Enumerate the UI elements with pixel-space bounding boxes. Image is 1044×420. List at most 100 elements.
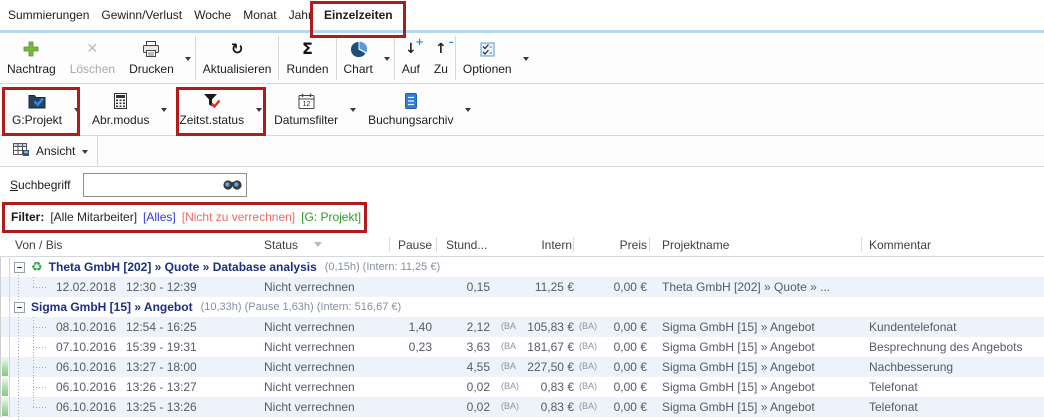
- ansicht-button[interactable]: Ansicht: [0, 136, 97, 166]
- header-stunden[interactable]: Stund...: [437, 233, 524, 256]
- chart-dropdown[interactable]: [380, 33, 394, 83]
- filter-status[interactable]: [Nicht zu verrechnen]: [182, 210, 295, 224]
- row-gutter: [0, 297, 10, 317]
- optionen-dropdown[interactable]: [519, 33, 533, 83]
- search-label: Suchbegriff: [10, 178, 71, 192]
- chart-label: Chart: [344, 62, 373, 76]
- cell-time: 13:27 - 18:00: [126, 360, 264, 374]
- abrmodus-dropdown[interactable]: [157, 84, 171, 135]
- table-row[interactable]: 07.10.2016 15:39 - 19:31 Nicht verrechne…: [0, 337, 1044, 357]
- drucken-button[interactable]: Drucken: [122, 33, 181, 83]
- header-projektname[interactable]: Projektname: [650, 233, 862, 256]
- cell-date: 06.10.2016: [56, 380, 126, 394]
- cell-projekt: Theta GmbH [202] » Quote » ...: [650, 280, 862, 294]
- header-status[interactable]: Status: [264, 233, 390, 256]
- cell-projekt: Sigma GmbH [15] » Angebot: [650, 320, 862, 334]
- nachtrag-button[interactable]: Nachtrag: [0, 33, 63, 83]
- cell-stund-ba: (BA: [492, 341, 524, 351]
- tab-einzelzeiten[interactable]: Einzelzeiten: [324, 8, 393, 22]
- chart-button[interactable]: Chart: [337, 33, 380, 83]
- cell-stund-ba: (BA): [492, 401, 524, 411]
- filter-alles[interactable]: [Alles]: [143, 210, 176, 224]
- cell-intern: 11,25 €: [524, 280, 574, 294]
- tab-jahr[interactable]: Jahr: [289, 8, 312, 22]
- expand-minus-icon[interactable]: [14, 302, 25, 313]
- tab-gewinn-verlust[interactable]: Gewinn/Verlust: [101, 8, 182, 22]
- zeitststatus-button[interactable]: Zeitst.status: [171, 84, 252, 135]
- search-box: [83, 173, 247, 197]
- abrmodus-button[interactable]: Abr.modus: [84, 84, 157, 135]
- pie-chart-icon: [350, 40, 367, 59]
- toolbar-separator: [97, 136, 98, 166]
- nachtrag-label: Nachtrag: [7, 62, 56, 76]
- cell-date: 06.10.2016: [56, 400, 126, 414]
- table-header: Von / Bis Status Pause Stund... Intern P…: [0, 233, 1044, 257]
- header-kommentar[interactable]: Kommentar: [862, 233, 1044, 256]
- caret-down-icon: [256, 108, 262, 115]
- header-intern[interactable]: Intern: [524, 233, 574, 256]
- loeschen-label: Löschen: [70, 62, 115, 76]
- search-bar: Suchbegriff: [0, 167, 1044, 202]
- expand-minus-icon[interactable]: [14, 262, 25, 273]
- cell-preis: 0,00 €: [602, 380, 650, 394]
- cell-status: Nicht verrechnen: [264, 380, 390, 394]
- group-row[interactable]: Sigma GmbH [15] » Angebot (10,33h) (Paus…: [0, 297, 1044, 317]
- group-row[interactable]: ♻ Theta GmbH [202] » Quote » Database an…: [0, 257, 1044, 277]
- tree-line: [33, 327, 46, 328]
- row-gutter: [0, 277, 10, 297]
- tab-summierungen[interactable]: Summierungen: [8, 8, 89, 22]
- tree-line: [18, 272, 19, 420]
- filter-mitarbeiter[interactable]: [Alle Mitarbeiter]: [50, 210, 137, 224]
- auf-label: Auf: [402, 62, 420, 76]
- row-gutter: [0, 337, 10, 357]
- tree-line: [33, 277, 34, 287]
- archive-icon: [405, 91, 417, 110]
- cell-intern-ba: (BA): [574, 381, 602, 391]
- cell-status: Nicht verrechnen: [264, 360, 390, 374]
- table-row[interactable]: 06.10.2016 13:26 - 13:27 Nicht verrechne…: [0, 377, 1044, 397]
- table-row[interactable]: 06.10.2016 13:27 - 18:00 Nicht verrechne…: [0, 357, 1044, 377]
- cell-kommentar: Telefonat: [862, 380, 1044, 394]
- zeitststatus-dropdown[interactable]: [252, 84, 266, 135]
- filter-gruppe[interactable]: [G: Projekt]: [301, 210, 361, 224]
- header-pause[interactable]: Pause: [390, 233, 437, 256]
- datumsfilter-dropdown[interactable]: [346, 84, 360, 135]
- cell-time: 12:54 - 16:25: [126, 320, 264, 334]
- tab-woche[interactable]: Woche: [194, 8, 231, 22]
- main-toolbar: Nachtrag ✕ Löschen Drucken ↻ Aktualisier…: [0, 33, 1044, 84]
- zu-button[interactable]: ↑– Zu: [427, 33, 455, 83]
- tab-monat[interactable]: Monat: [243, 8, 276, 22]
- header-preis[interactable]: Preis: [602, 233, 650, 256]
- filter-label: Filter:: [11, 210, 44, 224]
- buchungsarchiv-dropdown[interactable]: [461, 84, 475, 135]
- aktualisieren-button[interactable]: ↻ Aktualisieren: [196, 33, 279, 83]
- x-icon: ✕: [87, 40, 99, 59]
- table-row[interactable]: 06.10.2016 13:25 - 13:26 Nicht verrechne…: [0, 397, 1044, 417]
- binoculars-icon[interactable]: [223, 179, 242, 194]
- auf-button[interactable]: ↓+ Auf: [395, 33, 427, 83]
- cell-time: 15:39 - 19:31: [126, 340, 264, 354]
- cell-preis: 0,00 €: [602, 340, 650, 354]
- gprojekt-dropdown[interactable]: [70, 84, 84, 135]
- group-summary: (10,33h) (Pause 1,63h) (Intern: 516,67 €…: [201, 301, 402, 313]
- gprojekt-button[interactable]: G:Projekt: [4, 84, 70, 135]
- filter-funnel-icon: [203, 91, 220, 110]
- cell-preis: 0,00 €: [602, 320, 650, 334]
- header-von-bis[interactable]: Von / Bis: [10, 233, 264, 256]
- checklist-icon: [480, 40, 495, 59]
- cell-intern-ba: (BA): [574, 321, 602, 331]
- drucken-dropdown[interactable]: [181, 33, 195, 83]
- optionen-button[interactable]: Optionen: [456, 33, 519, 83]
- buchungsarchiv-button[interactable]: Buchungsarchiv: [360, 84, 461, 135]
- table-row[interactable]: 12.02.2018 12:30 - 12:39 Nicht verrechne…: [0, 277, 1044, 297]
- cell-pause: 0,23: [390, 340, 437, 354]
- cell-projekt: Sigma GmbH [15] » Angebot: [650, 360, 862, 374]
- arrow-up-minus-icon: ↑–: [435, 42, 447, 56]
- datumsfilter-button[interactable]: 12 Datumsfilter: [266, 84, 346, 135]
- cell-stund: 0,02: [437, 400, 492, 414]
- table-row[interactable]: 08.10.2016 12:54 - 16:25 Nicht verrechne…: [0, 317, 1044, 337]
- cell-date: 12.02.2018: [56, 280, 126, 294]
- runden-button[interactable]: Σ Runden: [279, 33, 335, 83]
- aktualisieren-label: Aktualisieren: [203, 62, 272, 76]
- loeschen-button[interactable]: ✕ Löschen: [63, 33, 122, 83]
